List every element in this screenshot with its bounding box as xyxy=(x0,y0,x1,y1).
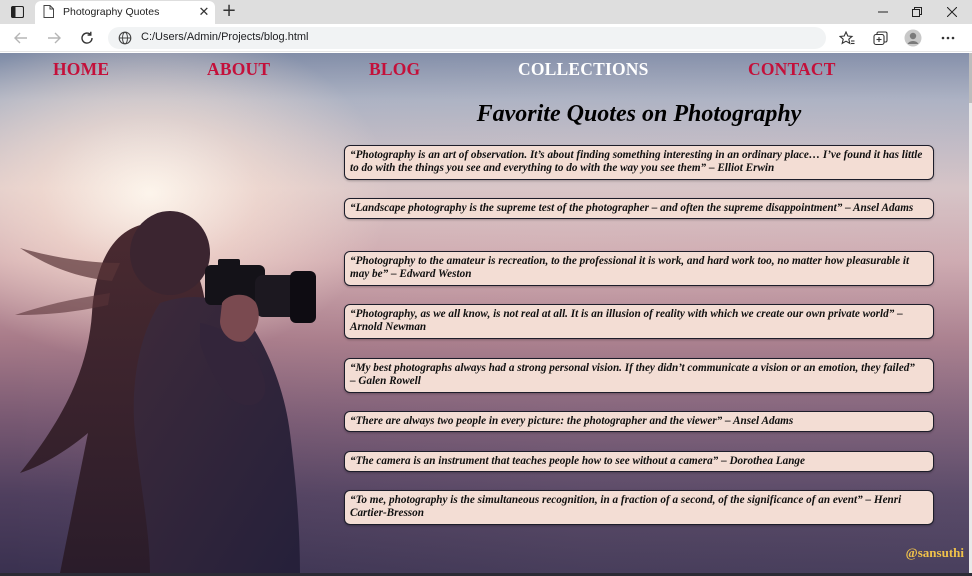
more-menu-icon[interactable] xyxy=(937,28,959,48)
nav-contact-link[interactable]: CONTACT xyxy=(748,59,836,80)
quote-box: “Photography to the amateur is recreatio… xyxy=(344,251,934,286)
page-viewport: HOME ABOUT BLOG COLLECTIONS CONTACT Favo… xyxy=(0,53,972,573)
favorites-star-icon[interactable] xyxy=(836,28,858,48)
minimize-icon[interactable] xyxy=(866,0,900,24)
profile-avatar[interactable] xyxy=(902,28,924,48)
url-text[interactable]: C:/Users/Admin/Projects/blog.html xyxy=(141,31,309,43)
new-tab-button[interactable]: + xyxy=(219,1,239,21)
site-navbar: HOME ABOUT BLOG COLLECTIONS CONTACT xyxy=(0,53,972,89)
quote-box: “There are always two people in every pi… xyxy=(344,411,934,433)
photographer-silhouette-image xyxy=(15,211,316,573)
tab-title: Photography Quotes xyxy=(63,6,160,18)
close-window-icon[interactable] xyxy=(935,0,969,24)
tab-actions-icon[interactable] xyxy=(10,5,24,19)
page-heading: Favorite Quotes on Photography xyxy=(476,101,802,127)
quote-box: “To me, photography is the simultaneous … xyxy=(344,490,934,525)
nav-home-link[interactable]: HOME xyxy=(53,59,109,80)
nav-blog-link[interactable]: BLOG xyxy=(369,59,420,80)
nav-about-link[interactable]: ABOUT xyxy=(207,59,270,80)
refresh-icon[interactable] xyxy=(76,28,98,48)
tab-bar: Photography Quotes ✕ + xyxy=(0,0,972,24)
url-field[interactable]: C:/Users/Admin/Projects/blog.html xyxy=(108,27,826,49)
quote-box: “The camera is an instrument that teache… xyxy=(344,451,934,473)
quote-box: “Photography is an art of observation. I… xyxy=(344,145,934,180)
restore-icon[interactable] xyxy=(900,0,934,24)
site-info-icon[interactable] xyxy=(118,31,132,45)
back-icon[interactable] xyxy=(10,28,32,48)
close-tab-icon[interactable]: ✕ xyxy=(197,4,211,20)
browser-tab[interactable]: Photography Quotes ✕ xyxy=(35,1,215,24)
forward-icon[interactable] xyxy=(43,28,65,48)
collections-icon[interactable] xyxy=(869,28,891,48)
address-bar: C:/Users/Admin/Projects/blog.html xyxy=(0,24,972,52)
quote-box: “Landscape photography is the supreme te… xyxy=(344,198,934,220)
page-icon xyxy=(43,5,55,19)
author-signature: @sansuthi xyxy=(905,545,964,560)
quote-box: “My best photographs always had a strong… xyxy=(344,358,934,393)
nav-collections-link[interactable]: COLLECTIONS xyxy=(518,59,649,80)
quote-box: “Photography, as we all know, is not rea… xyxy=(344,304,934,339)
